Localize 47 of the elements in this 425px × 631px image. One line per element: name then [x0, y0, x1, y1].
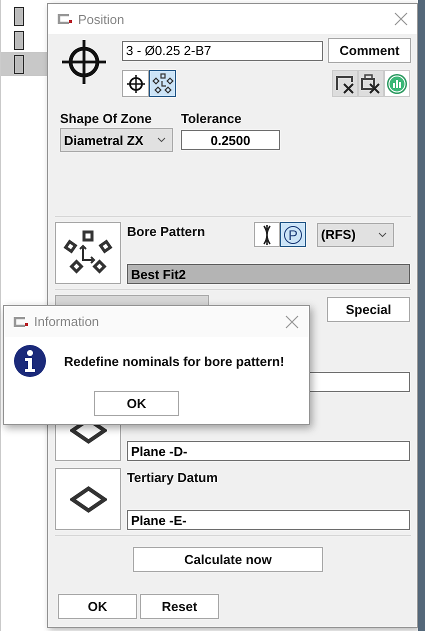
field-label: Tolerance	[181, 111, 242, 126]
dialog-button[interactable]: Reset	[140, 594, 219, 619]
clear-button[interactable]	[332, 70, 358, 97]
pattern-toggle[interactable]	[149, 70, 176, 97]
dialog-button[interactable]: OK	[58, 594, 137, 619]
chevron-down-icon	[378, 232, 387, 238]
crosshair-icon	[126, 74, 146, 94]
icon-tile[interactable]	[55, 222, 121, 284]
condition-dropdown[interactable]: (RFS)	[317, 222, 394, 246]
hole-pattern-icon	[63, 230, 113, 276]
fit-field[interactable]: Best Fit2	[127, 264, 410, 284]
rectangle-icon	[14, 30, 24, 50]
chevron-down-icon	[157, 137, 166, 143]
ok-button[interactable]: OK	[94, 391, 179, 416]
close-icon[interactable]	[285, 314, 299, 328]
datum-label: Tertiary Datum	[127, 470, 219, 485]
icon-tile[interactable]	[55, 468, 121, 530]
section-label: Bore Pattern	[127, 224, 206, 239]
special-button[interactable]: Special	[327, 296, 410, 322]
hole-pattern-icon	[152, 72, 174, 94]
crosshair-icon	[62, 39, 106, 85]
field-label: Shape Of Zone	[60, 111, 153, 126]
logo-icon	[13, 316, 29, 326]
close-icon[interactable]	[394, 12, 408, 26]
logo-icon	[57, 14, 73, 24]
info-icon	[13, 344, 47, 378]
feature-name-field[interactable]: 3 - Ø0.25 2-B7	[122, 40, 323, 60]
bracket-icon	[261, 224, 273, 246]
datum-field[interactable]: Plane -E-	[127, 510, 410, 530]
calculate-button[interactable]: Calculate now	[133, 547, 323, 572]
clear-button[interactable]	[358, 70, 384, 97]
comment-button[interactable]: Comment	[328, 38, 411, 63]
printer-x-icon	[360, 72, 382, 94]
crosshair-toggle[interactable]	[122, 70, 149, 97]
window-title: Position	[78, 12, 126, 26]
rectangle-icon	[14, 54, 24, 74]
list-row[interactable]	[1, 52, 47, 76]
dialog-title: Information	[34, 314, 100, 329]
rectangle-icon	[14, 6, 24, 26]
shape-dropdown[interactable]: Diametral ZX	[60, 128, 173, 152]
modifier-toggle[interactable]	[254, 222, 280, 247]
tolerance-field[interactable]: 0.2500	[181, 130, 280, 150]
diamond-icon	[70, 486, 106, 512]
datum-field[interactable]: Plane -D-	[127, 441, 410, 461]
dialog-message: Redefine nominals for bore pattern!	[64, 354, 284, 368]
modifier-toggle[interactable]: P	[280, 222, 306, 247]
chart-icon	[386, 72, 408, 94]
